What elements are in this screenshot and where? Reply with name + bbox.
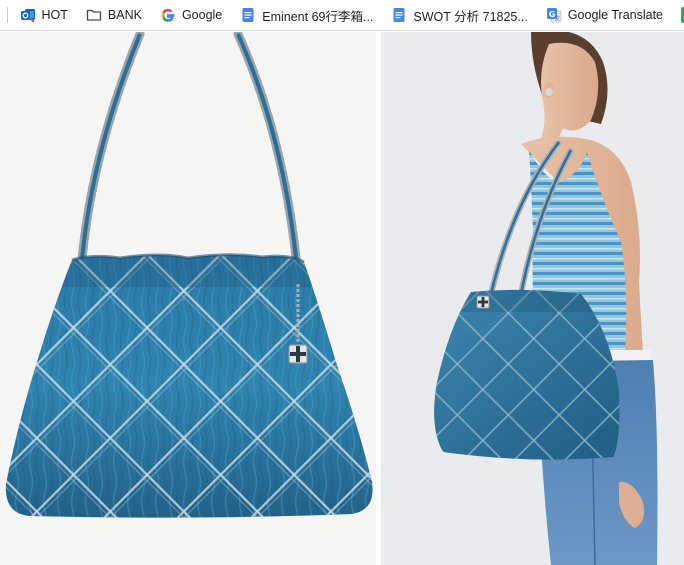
model-wearing-bag-illustration	[434, 32, 658, 565]
bookmark-hot[interactable]: HOT	[20, 3, 68, 27]
google-g-icon	[160, 7, 176, 23]
product-image-front[interactable]	[0, 32, 376, 565]
bookmark-label: Google	[181, 8, 223, 22]
bookmark-google-translate[interactable]: G 文 Google Translate	[546, 3, 663, 27]
google-docs-icon	[391, 7, 407, 23]
svg-text:文: 文	[555, 15, 561, 23]
bookmark-swot-doc[interactable]: SWOT 分析 71825...	[391, 3, 528, 27]
bookmark-label: Google Translate	[567, 8, 664, 22]
bookmark-google[interactable]: Google	[160, 3, 222, 27]
bookmark-eminent-doc[interactable]: Eminent 69行李箱...	[240, 3, 373, 27]
product-image-gallery	[0, 32, 684, 565]
outlook-folder-icon	[20, 7, 36, 23]
google-translate-icon: G 文	[546, 7, 562, 23]
bag-body	[5, 254, 373, 518]
logo-charm-icon	[476, 295, 490, 309]
bookmark-label: HOT	[41, 8, 68, 22]
bookmark-label: SWOT 分析 71825...	[413, 9, 528, 24]
bookmark-label: BANK	[107, 8, 142, 22]
bookmark-label: Eminent 69行李箱...	[262, 9, 374, 24]
product-image-model[interactable]	[381, 32, 684, 565]
bookmark-bank[interactable]: BANK	[86, 3, 142, 27]
bookmarks-bar: HOT BANK Google Eminent 69行李箱... SWOT 分析…	[0, 0, 684, 31]
bookmarks-divider	[7, 7, 8, 23]
chain-strap	[77, 32, 303, 283]
denim-tote-bag-illustration	[5, 32, 373, 518]
folder-icon	[86, 7, 102, 23]
google-docs-icon	[240, 7, 256, 23]
